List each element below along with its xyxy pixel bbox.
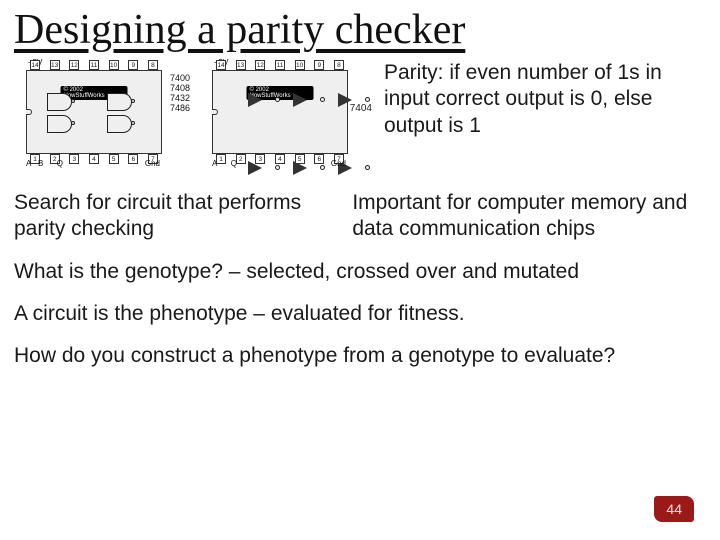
construct-question: How do you construct a phenotype from a …: [14, 343, 706, 369]
pin: 13: [236, 60, 246, 70]
slide: Designing a parity checker +5V 14 13 12 …: [0, 0, 720, 540]
pin: 2: [236, 154, 246, 164]
gate-icon: [47, 115, 71, 131]
pin: 4: [275, 154, 285, 164]
gate-icon: [47, 93, 71, 109]
gate-array: [47, 93, 131, 131]
pin: 9: [128, 60, 138, 70]
pin: 6: [128, 154, 138, 164]
chip-7400-family: +5V 14 13 12 11 10 9 8 © 2002 HowStuffWo…: [14, 56, 186, 168]
pin-label-gnd: Gnd: [145, 159, 160, 168]
pin: 10: [295, 60, 305, 70]
pin: 5: [109, 154, 119, 164]
search-statement: Search for circuit that performs parity …: [14, 190, 332, 243]
pin: 13: [50, 60, 60, 70]
pin: 8: [148, 60, 158, 70]
pin: 8: [334, 60, 344, 70]
chip-diagrams: +5V 14 13 12 11 10 9 8 © 2002 HowStuffWo…: [14, 56, 372, 168]
page-number-badge: 44: [654, 496, 694, 522]
chip-body: © 2002 HowStuffWorks: [26, 70, 162, 154]
top-row: +5V 14 13 12 11 10 9 8 © 2002 HowStuffWo…: [14, 56, 706, 168]
chip-body: © 2002 HowStuffWorks: [212, 70, 348, 154]
pin: 14: [30, 60, 40, 70]
phenotype-statement: A circuit is the phenotype – evaluated f…: [14, 301, 706, 327]
pin: 6: [314, 154, 324, 164]
pin: 11: [275, 60, 285, 70]
importance-statement: Important for computer memory and data c…: [352, 190, 706, 243]
parity-definition: Parity: if even number of 1s in input co…: [380, 56, 706, 143]
mid-row: Search for circuit that performs parity …: [14, 190, 706, 243]
pin-label-a: A B Q: [26, 159, 63, 168]
pin-label-a: A Q: [212, 159, 237, 168]
chip-part-number: 7404: [350, 103, 372, 114]
pin: 12: [69, 60, 79, 70]
pin: 11: [89, 60, 99, 70]
pin-row-top: 14 13 12 11 10 9 8: [26, 56, 162, 70]
gate-icon: [107, 93, 131, 109]
pin: 9: [314, 60, 324, 70]
pin: 12: [255, 60, 265, 70]
chip-notch-icon: [26, 109, 32, 115]
inverter-icon: [293, 93, 307, 107]
pin: 3: [255, 154, 265, 164]
chip-notch-icon: [212, 109, 218, 115]
genotype-question: What is the genotype? – selected, crosse…: [14, 259, 706, 285]
chip-part-numbers: 7400 7408 7432 7486: [170, 74, 190, 114]
pin-label-gnd: Gnd: [331, 159, 346, 168]
inverter-icon: [248, 93, 262, 107]
slide-title: Designing a parity checker: [14, 6, 706, 54]
pin: 14: [216, 60, 226, 70]
gate-icon: [107, 115, 131, 131]
part-number: 7486: [170, 104, 190, 114]
pin: 5: [295, 154, 305, 164]
pin: 10: [109, 60, 119, 70]
chip-7404: +5V 14 13 12 11 10 9 8 © 2002 HowStuffWo…: [200, 56, 372, 168]
pin: 3: [69, 154, 79, 164]
pin: 4: [89, 154, 99, 164]
pin-row-top: 14 13 12 11 10 9 8: [212, 56, 348, 70]
